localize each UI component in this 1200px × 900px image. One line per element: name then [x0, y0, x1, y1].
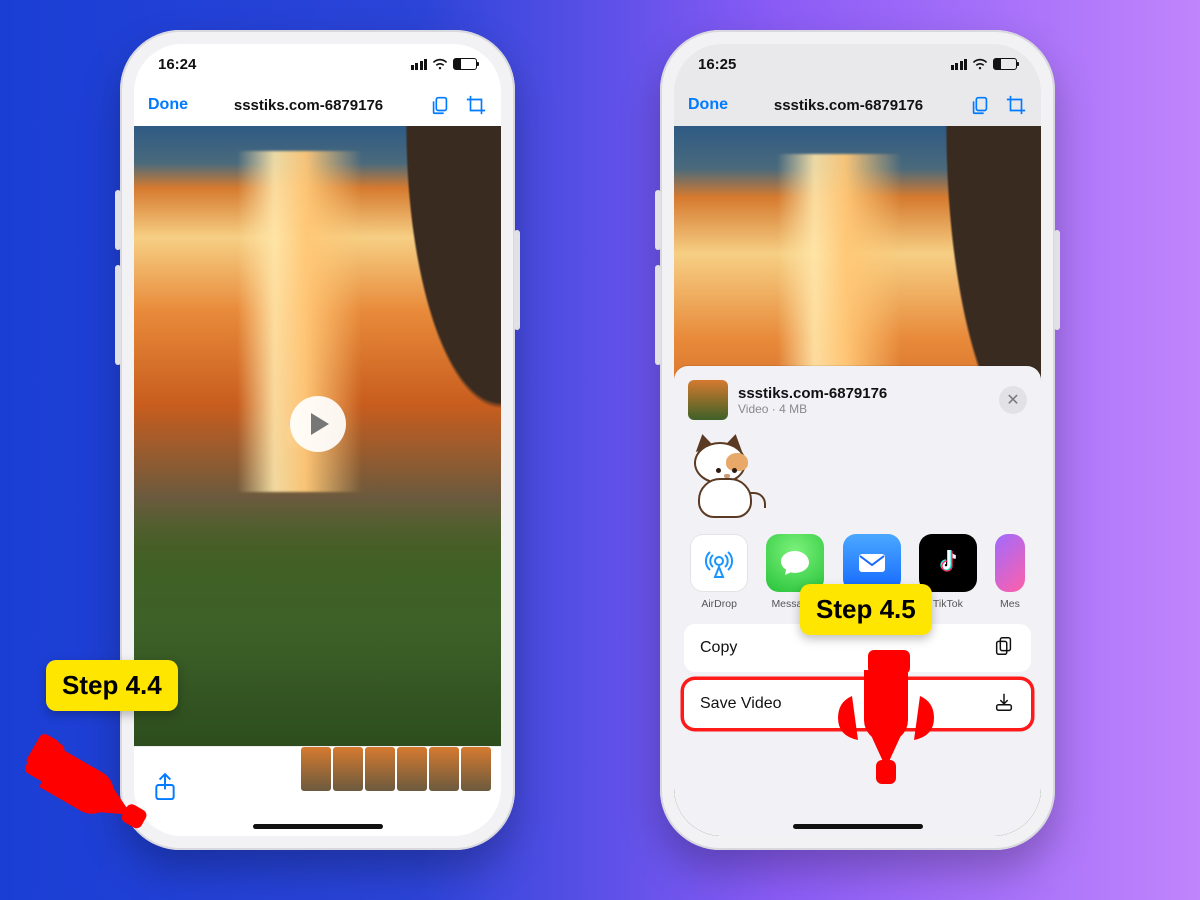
- crop-icon[interactable]: [1005, 94, 1027, 116]
- status-time: 16:25: [698, 56, 736, 73]
- copy-icon[interactable]: [429, 94, 451, 116]
- play-button[interactable]: [290, 396, 346, 452]
- video-preview-area: [134, 126, 501, 746]
- done-button[interactable]: Done: [688, 96, 728, 114]
- navigation-bar: Done ssstiks.com-6879176: [674, 84, 1041, 126]
- share-sheet-header: ssstiks.com-6879176 Video · 4 MB ✕: [674, 366, 1041, 430]
- share-app-label: AirDrop: [701, 598, 737, 610]
- crop-icon[interactable]: [465, 94, 487, 116]
- phone-mockup-left: 16:24 Done ssstiks.com-6879176: [120, 30, 515, 850]
- page-title: ssstiks.com-6879176: [774, 97, 923, 114]
- download-icon: [993, 691, 1015, 718]
- battery-icon: [453, 58, 477, 70]
- action-label: Save Video: [700, 695, 782, 713]
- status-time: 16:24: [158, 56, 196, 73]
- pointer-hand-icon: [820, 650, 970, 820]
- share-app-airdrop[interactable]: AirDrop: [690, 534, 748, 610]
- navigation-bar: Done ssstiks.com-6879176: [134, 84, 501, 126]
- share-item-subtitle: Video · 4 MB: [738, 402, 989, 416]
- share-contact-row: [674, 430, 1041, 522]
- done-button[interactable]: Done: [148, 96, 188, 114]
- home-indicator[interactable]: [793, 824, 923, 829]
- wifi-icon: [972, 58, 988, 70]
- app-icon: [995, 534, 1025, 592]
- home-indicator[interactable]: [253, 824, 383, 829]
- step-label-4-5: Step 4.5: [800, 584, 932, 635]
- pointer-hand-icon: [24, 725, 174, 865]
- share-item-thumbnail: [688, 380, 728, 420]
- cellular-signal-icon: [951, 59, 968, 70]
- contact-avatar-cat[interactable]: [688, 436, 762, 518]
- airdrop-icon: [690, 534, 748, 592]
- cellular-signal-icon: [411, 59, 428, 70]
- status-bar: 16:25: [674, 44, 1041, 84]
- bottom-toolbar: [134, 746, 501, 836]
- share-app-label: Messenger: [1000, 598, 1020, 610]
- share-app-label: TikTok: [933, 598, 963, 610]
- battery-icon: [993, 58, 1017, 70]
- share-app-more[interactable]: Messenger: [995, 534, 1025, 610]
- status-icons: [951, 58, 1018, 70]
- action-label: Copy: [700, 639, 737, 657]
- tiktok-icon: [919, 534, 977, 592]
- copy-icon[interactable]: [969, 94, 991, 116]
- wifi-icon: [432, 58, 448, 70]
- status-bar: 16:24: [134, 44, 501, 84]
- share-item-title: ssstiks.com-6879176: [738, 385, 989, 402]
- copy-pages-icon: [993, 635, 1015, 662]
- step-label-4-4: Step 4.4: [46, 660, 178, 711]
- timeline-scrubber[interactable]: [301, 747, 491, 791]
- phone-screen-left: 16:24 Done ssstiks.com-6879176: [134, 44, 501, 836]
- page-title: ssstiks.com-6879176: [234, 97, 383, 114]
- close-button[interactable]: ✕: [999, 386, 1027, 414]
- status-icons: [411, 58, 478, 70]
